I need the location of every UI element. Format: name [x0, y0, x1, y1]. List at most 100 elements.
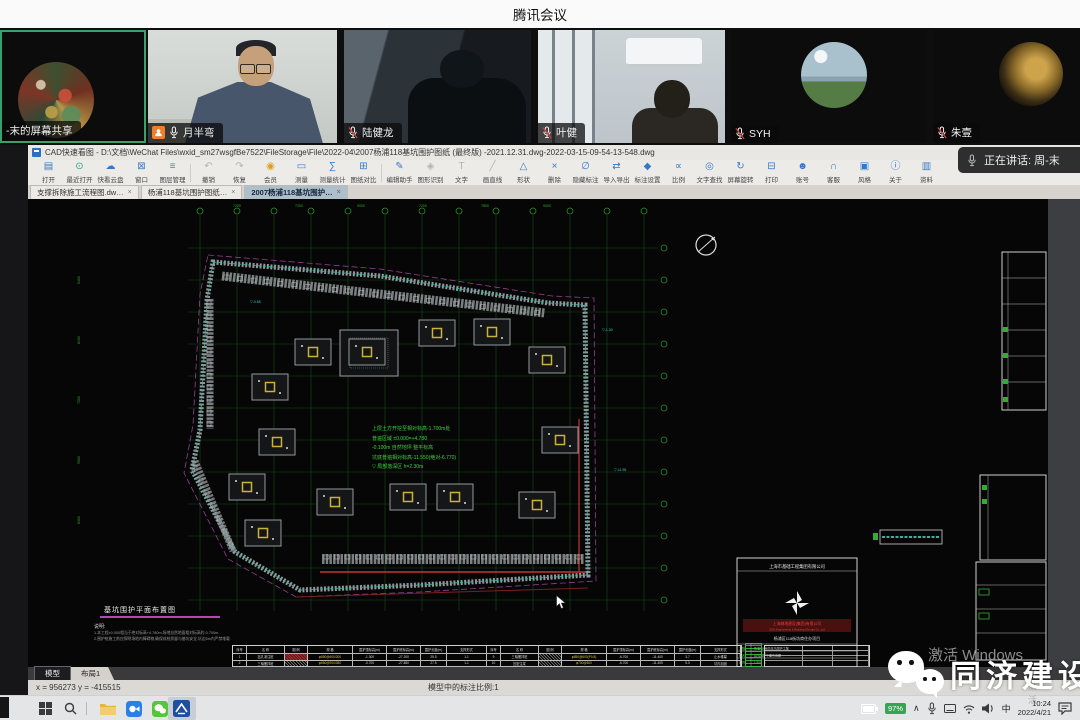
toolbar-measure-button[interactable]: ▭测量: [286, 162, 317, 184]
mic-icon: [169, 126, 179, 139]
toolbar-text-button[interactable]: T文字: [446, 162, 477, 184]
toolbar-drawing-compare-button[interactable]: ⊞图纸对比: [348, 162, 379, 184]
toolbar-label: 删除: [548, 174, 561, 184]
toolbar-undo-button[interactable]: ↶撤销: [193, 162, 224, 184]
plan-title-underline: [100, 616, 220, 618]
tab-close-icon[interactable]: ×: [128, 189, 132, 196]
vip-icon: ◉: [266, 162, 275, 173]
side-schedule-table: ▪▪▪▪: [764, 645, 870, 667]
network-icon[interactable]: [963, 704, 975, 714]
svg-text:9000: 9000: [357, 204, 365, 208]
toolbar-erase-button[interactable]: ×删除: [539, 162, 570, 184]
tab-close-icon[interactable]: ×: [337, 189, 341, 196]
recent-open-icon: ⊙: [75, 162, 83, 173]
toolbar-docs-button[interactable]: ▥资料: [911, 162, 942, 184]
scale-icon: ∝: [675, 162, 682, 173]
cad-titlebar[interactable]: CAD快速看图 - D:\文档\WeChat Files\wxid_sm27ws…: [28, 145, 1080, 160]
tab-close-icon[interactable]: ×: [231, 189, 235, 196]
participant-tile-zhuyi[interactable]: 朱壹: [933, 30, 1080, 143]
cad-drawing-area[interactable]: 7200720090007200780090005400810072009600…: [28, 199, 1048, 667]
cad-taskbar-icon[interactable]: [172, 699, 191, 718]
toolbar-shape-recognize-button[interactable]: ◈图形识别: [415, 162, 446, 184]
toolbar-label: 画直线: [483, 174, 503, 184]
cad-app-icon: [32, 148, 41, 157]
participant-tile-yuebanwan[interactable]: 月半弯: [148, 30, 337, 143]
participant-name: 月半弯: [183, 125, 215, 140]
toolbar-screen-rotate-button[interactable]: ↻屏幕旋转: [725, 162, 756, 184]
toolbar-redo-button[interactable]: ↷恢复: [224, 162, 255, 184]
toolbar-edit-assistant-button[interactable]: ✎编辑助手: [384, 162, 415, 184]
participant-tile-lujianlong[interactable]: 陆健龙: [344, 30, 531, 143]
person-silhouette: [408, 78, 526, 143]
mic-muted-icon: [348, 126, 358, 139]
wechat-taskbar-icon[interactable]: [150, 699, 169, 718]
toolbar-style-button[interactable]: ▣风格: [849, 162, 880, 184]
toolbar-label: 客服: [827, 174, 840, 184]
tencent-meeting-icon[interactable]: [124, 699, 143, 718]
toolbar-shape-button[interactable]: △形状: [508, 162, 539, 184]
toolbar-draw-line-button[interactable]: ╱画直线: [477, 162, 508, 184]
participant-tile-screenshare[interactable]: -末的屏幕共享: [0, 30, 146, 143]
toolbar-label: 文字查找: [697, 174, 723, 184]
toolbar-print-button[interactable]: ⊟打印: [756, 162, 787, 184]
toolbar-import-export-button[interactable]: ⇄导入导出: [601, 162, 632, 184]
brand-watermark: 同济建设: [886, 645, 1080, 701]
cad-tab-bar: 支撑拆除施工流程图.dw…×杨浦118基坑围护图纸…×2007杨浦118基坑围护…: [28, 185, 1080, 199]
participant-label: -末的屏幕共享: [2, 121, 81, 141]
tab-layout1[interactable]: 布局1: [71, 667, 114, 680]
avatar: [801, 42, 867, 108]
speaker-icon[interactable]: [982, 703, 995, 714]
toolbar-scale-button[interactable]: ∝比例: [663, 162, 694, 184]
document-tab-2[interactable]: 2007杨浦118基坑围护…×: [244, 185, 347, 199]
toolbar-about-button[interactable]: ⓘ关于: [880, 162, 911, 184]
search-icon[interactable]: [61, 699, 80, 718]
toolbar-label: 文字: [455, 174, 468, 184]
toolbar-vip-button[interactable]: ◉会员: [255, 162, 286, 184]
taskbar-separator: [86, 702, 87, 715]
participant-tile-syh[interactable]: SYH: [731, 30, 927, 143]
legend-hatch: [745, 643, 762, 667]
detail-frames: [873, 252, 1046, 660]
document-tab-1[interactable]: 杨浦118基坑围护图纸…×: [141, 185, 243, 199]
toolbar-hide-annotation-button[interactable]: ∅隐藏标注: [570, 162, 601, 184]
tray-expand-caret[interactable]: ∧: [913, 703, 920, 714]
toolbar-window-button[interactable]: ⊠窗口: [126, 162, 157, 184]
ime-indicator[interactable]: 中: [1002, 702, 1011, 715]
toolbar-recent-open-button[interactable]: ⊙最近打开: [64, 162, 95, 184]
toolbar-label: 账号: [796, 174, 809, 184]
toolbar-layer-manager-button[interactable]: ≡图层管理: [157, 162, 188, 184]
toolbar-open-button[interactable]: ▤打开: [33, 162, 64, 184]
keyboard-icon[interactable]: [944, 704, 956, 713]
battery-percent[interactable]: 97%: [885, 703, 906, 714]
toolbar-cloud-drive-button[interactable]: ☁快看云盘: [95, 162, 126, 184]
svg-text:杨浦区118街坊商住办项目: 杨浦区118街坊商住办项目: [774, 635, 820, 641]
annotation-scale-note: 模型中的标注比例:1: [428, 682, 499, 693]
toolbar-annotation-settings-button[interactable]: ◆标注设置: [632, 162, 663, 184]
toolbar-account-button[interactable]: ☻账号: [787, 162, 818, 184]
brand-name: 同济建设: [950, 651, 1080, 696]
tab-model[interactable]: 模型: [34, 666, 71, 680]
annotation-line: 普遍区域 ±0.000=+4.780: [372, 435, 456, 445]
toolbar-label: 快看云盘: [98, 174, 124, 184]
meeting-title: 腾讯会议: [513, 4, 567, 24]
battery-icon[interactable]: [861, 704, 878, 714]
toolbar-text-search-button[interactable]: ◎文字查找: [694, 162, 725, 184]
action-center-icon[interactable]: [1058, 702, 1072, 715]
start-button[interactable]: [36, 699, 55, 718]
toolbar-support-button[interactable]: ∩客服: [818, 162, 849, 184]
toolbar-label: 关于: [889, 174, 902, 184]
participant-tile-yejian[interactable]: 叶健: [538, 30, 725, 143]
tray-mic-icon[interactable]: [927, 702, 937, 715]
shape-recognize-icon: ◈: [427, 162, 435, 173]
cad-window: CAD快速看图 - D:\文档\WeChat Files\wxid_sm27ws…: [28, 145, 1080, 695]
file-explorer-icon[interactable]: [98, 699, 117, 718]
svg-text:SGD Engineering & Building (Gr: SGD Engineering & Building (Group) Co.,L…: [769, 628, 825, 632]
meeting-titlebar: 腾讯会议: [0, 0, 1080, 29]
table-cell: 图 例: [285, 646, 308, 654]
toolbar-label: 隐藏标注: [573, 174, 599, 184]
toolbar-label: 标注设置: [635, 174, 661, 184]
cad-window-title: CAD快速看图 - D:\文档\WeChat Files\wxid_sm27ws…: [45, 147, 655, 158]
document-tab-0[interactable]: 支撑拆除施工流程图.dw…×: [30, 185, 139, 199]
participant-strip: -末的屏幕共享 月半弯: [0, 28, 1080, 145]
toolbar-measure-stats-button[interactable]: ∑测量统计: [317, 162, 348, 184]
